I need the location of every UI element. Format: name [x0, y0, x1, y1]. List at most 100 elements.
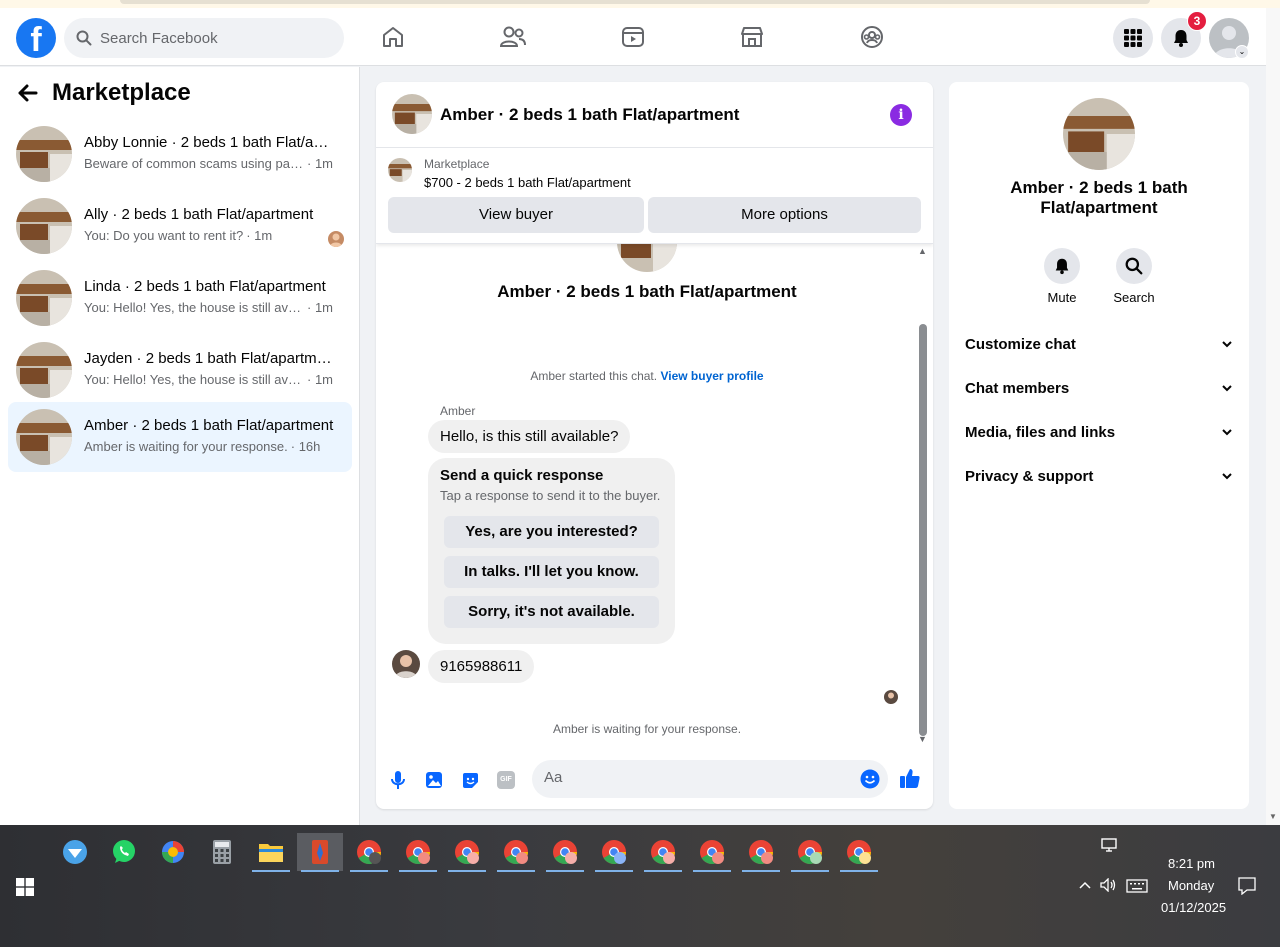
browser-top-bar: [0, 0, 1280, 8]
home-icon[interactable]: [376, 20, 410, 54]
quick-response-button[interactable]: Yes, are you interested?: [444, 516, 659, 548]
calculator-icon[interactable]: [199, 833, 245, 871]
clock-date[interactable]: 01/12/2025: [1161, 900, 1226, 915]
chrome-icon[interactable]: [542, 833, 588, 872]
volume-icon[interactable]: [1100, 878, 1118, 892]
view-buyer-profile-link[interactable]: View buyer profile: [660, 369, 763, 383]
quick-response-card: Send a quick response Tap a response to …: [428, 458, 675, 644]
gif-icon[interactable]: GIF: [495, 769, 517, 791]
conversation-name: Abby Lonnie · 2 beds 1 bath Flat/apartme…: [84, 134, 334, 151]
chrome-icon[interactable]: [738, 833, 784, 872]
search-icon: [76, 30, 92, 46]
emoji-icon[interactable]: [860, 769, 880, 789]
message-input[interactable]: [544, 769, 844, 786]
chrome-icon[interactable]: [493, 833, 539, 872]
chat-info-panel: Amber · 2 beds 1 bath Flat/apartment Mut…: [949, 82, 1249, 809]
thread-scrollbar[interactable]: ▲ ▼: [917, 246, 929, 746]
whatsapp-icon[interactable]: [101, 833, 147, 871]
conversation-preview: Amber is waiting for your response. · 16h: [84, 439, 321, 454]
chrome-icon[interactable]: [395, 833, 441, 872]
conversation-item[interactable]: Ally · 2 beds 1 bath Flat/apartment You:…: [8, 191, 352, 261]
menu-grid-icon[interactable]: [1113, 18, 1153, 58]
app-icon[interactable]: [52, 833, 98, 871]
waiting-note: Amber is waiting for your response.: [552, 722, 742, 736]
section-privacy-support[interactable]: Privacy & support: [965, 460, 1233, 492]
conversation-item[interactable]: Jayden · 2 beds 1 bath Flat/apartment Yo…: [8, 335, 352, 405]
keyboard-icon[interactable]: [1126, 879, 1148, 893]
app-icon[interactable]: [297, 833, 343, 872]
chrome-icon[interactable]: [346, 833, 392, 872]
scroll-up-arrow[interactable]: ▲: [918, 246, 927, 256]
chat-started-note: Amber started this chat. View buyer prof…: [530, 369, 764, 383]
sticker-icon[interactable]: [459, 769, 481, 791]
notification-center-icon[interactable]: [1238, 877, 1256, 895]
more-options-button[interactable]: More options: [648, 197, 921, 233]
scroll-down-arrow[interactable]: ▼: [918, 734, 927, 744]
conversation-name: Amber · 2 beds 1 bath Flat/apartment: [84, 417, 334, 434]
scrollbar-thumb[interactable]: [919, 324, 927, 736]
friends-icon[interactable]: [496, 20, 530, 54]
quick-response-button[interactable]: Sorry, it's not available.: [444, 596, 659, 628]
video-icon[interactable]: [616, 20, 650, 54]
search-button[interactable]: Search: [1098, 248, 1170, 305]
marketplace-icon[interactable]: [735, 20, 769, 54]
scroll-down-arrow[interactable]: ▼: [1269, 812, 1277, 821]
listing-price[interactable]: $700 - 2 beds 1 bath Flat/apartment: [424, 175, 631, 190]
quick-response-subtitle: Tap a response to send it to the buyer.: [440, 488, 661, 503]
chrome-icon[interactable]: [591, 833, 637, 872]
message-input-wrapper[interactable]: [532, 760, 888, 798]
photo-icon[interactable]: [423, 769, 445, 791]
message-thread: Amber · 2 beds 1 bath Flat/apartment Amb…: [376, 226, 933, 750]
mute-button[interactable]: Mute: [1026, 248, 1098, 305]
like-icon[interactable]: [899, 767, 921, 789]
search-label: Search: [1113, 290, 1155, 305]
clock-time[interactable]: 8:21 pm: [1168, 856, 1215, 871]
clock-day[interactable]: Monday: [1168, 878, 1214, 893]
section-chat-members[interactable]: Chat members: [965, 372, 1233, 404]
section-customize-chat[interactable]: Customize chat: [965, 328, 1233, 360]
listing-thumbnail: [388, 158, 412, 182]
windows-start-icon[interactable]: [16, 878, 34, 896]
google-icon[interactable]: [150, 833, 196, 871]
chat-title[interactable]: Amber · 2 beds 1 bath Flat/apartment: [440, 105, 739, 125]
page-scrollbar[interactable]: ▼: [1266, 8, 1280, 825]
info-title: Amber · 2 beds 1 bath Flat/apartment: [1010, 178, 1188, 217]
groups-icon[interactable]: [855, 20, 889, 54]
message-bubble[interactable]: Hello, is this still available?: [428, 420, 631, 453]
chevron-up-icon[interactable]: [1079, 881, 1091, 889]
bell-icon: [1174, 30, 1188, 47]
windows-taskbar: 8:21 pm Monday 01/12/2025: [0, 825, 1280, 947]
network-icon[interactable]: [1101, 838, 1119, 852]
conversation-name: Ally · 2 beds 1 bath Flat/apartment: [84, 206, 314, 223]
conversation-name: Jayden · 2 beds 1 bath Flat/apartment: [84, 350, 334, 367]
quick-response-button[interactable]: In talks. I'll let you know.: [444, 556, 659, 588]
chrome-icon[interactable]: [640, 833, 686, 872]
sidebar-header: Marketplace: [16, 79, 191, 107]
chevron-down-icon[interactable]: ⌄: [1235, 45, 1249, 59]
chrome-icon[interactable]: [444, 833, 490, 872]
conversation-item[interactable]: Abby Lonnie · 2 beds 1 bath Flat/apartme…: [8, 119, 352, 189]
facebook-logo[interactable]: f: [16, 18, 56, 58]
chrome-icon[interactable]: [689, 833, 735, 872]
chrome-icon[interactable]: [787, 833, 833, 872]
quick-response-title: Send a quick response: [440, 467, 604, 484]
listing-thumbnail: [392, 94, 432, 134]
thread-title: Amber · 2 beds 1 bath Flat/apartment: [497, 282, 797, 301]
notifications-button[interactable]: 3: [1161, 11, 1207, 58]
microphone-icon[interactable]: [387, 769, 409, 791]
search-input[interactable]: [100, 29, 320, 47]
page-title: Marketplace: [52, 79, 191, 106]
conversation-item-active[interactable]: Amber · 2 beds 1 bath Flat/apartment Amb…: [8, 402, 352, 472]
message-bubble[interactable]: 9165988611: [428, 650, 535, 683]
section-media-files-links[interactable]: Media, files and links: [965, 416, 1233, 448]
info-icon[interactable]: i: [890, 104, 912, 126]
buyer-avatar[interactable]: [392, 650, 420, 678]
view-buyer-button[interactable]: View buyer: [388, 197, 644, 233]
chevron-down-icon: [1222, 341, 1232, 348]
search-box[interactable]: [64, 18, 344, 58]
back-arrow-icon[interactable]: [16, 83, 38, 103]
chevron-down-icon: [1222, 473, 1232, 480]
file-explorer-icon[interactable]: [248, 833, 294, 872]
chrome-icon[interactable]: [836, 833, 882, 872]
conversation-item[interactable]: Linda · 2 beds 1 bath Flat/apartment You…: [8, 263, 352, 333]
